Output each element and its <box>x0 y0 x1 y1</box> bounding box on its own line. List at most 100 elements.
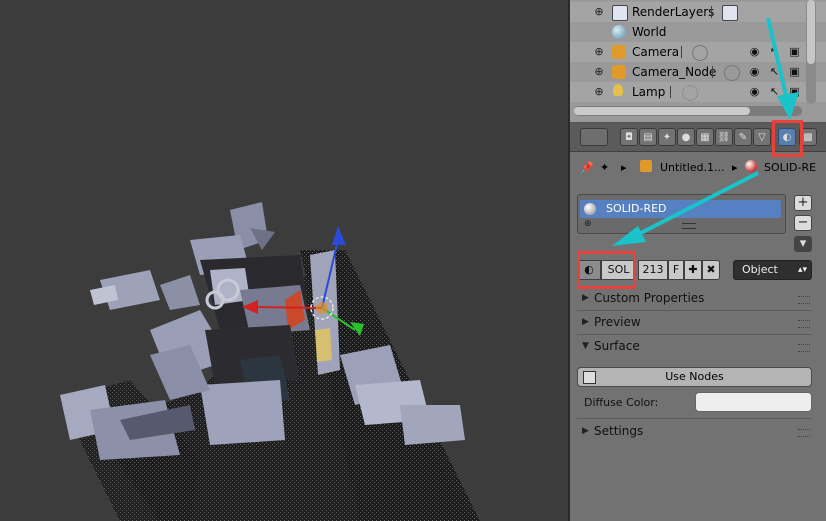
separator <box>670 86 671 98</box>
separator <box>711 6 712 18</box>
scrollbar-thumb[interactable] <box>807 0 815 64</box>
scene-icon[interactable]: ✦ <box>658 128 676 146</box>
divider <box>577 334 812 335</box>
robot-model-render <box>60 202 480 521</box>
drag-handle[interactable] <box>798 429 810 437</box>
constraints-icon[interactable]: ⛓ <box>715 128 733 146</box>
panel-title: Custom Properties <box>594 291 705 305</box>
breadcrumb: 📌 ✦ ▸ Untitled.1... ▸ SOLID-RE <box>570 155 826 181</box>
link-dropdown[interactable]: Object ▴▾ <box>733 260 812 280</box>
panel-settings[interactable]: ▶ Settings <box>577 421 812 443</box>
outliner-row-lamp[interactable]: ⊕ Lamp ◉ ↖ ▣ <box>570 82 826 102</box>
breadcrumb-material: SOLID-RE <box>764 161 817 174</box>
editor-type-menu[interactable] <box>580 128 608 146</box>
use-nodes-label: Use Nodes <box>665 370 724 383</box>
drag-handle[interactable] <box>798 344 810 352</box>
eye-icon[interactable]: ◉ <box>748 66 761 78</box>
object-icon <box>640 160 652 172</box>
material-name-field[interactable]: SOL <box>601 260 636 280</box>
nodetree-icon <box>583 371 596 384</box>
3d-viewport[interactable] <box>0 0 568 521</box>
lamp-data-icon[interactable] <box>682 85 698 101</box>
cursor-icon[interactable]: ↖ <box>768 66 781 78</box>
material-slot-list[interactable]: SOLID-RED ⊕ <box>577 194 786 234</box>
material-preview-icon <box>584 203 596 215</box>
world-icon <box>612 25 626 39</box>
camera-data-icon[interactable] <box>724 65 740 81</box>
chevron-right-icon: ▸ <box>621 161 627 174</box>
scrollbar-thumb[interactable] <box>574 107 750 115</box>
outliner-label: Camera_Node <box>632 65 717 79</box>
texture-icon[interactable]: ▩ <box>799 128 817 146</box>
panel-preview[interactable]: ▶ Preview <box>577 312 812 334</box>
pin-icon[interactable]: 📌 <box>580 161 594 174</box>
slot-specials-menu[interactable]: ▾ <box>794 236 812 252</box>
filter-options-icon[interactable]: ⊕ <box>584 219 592 229</box>
remove-slot-button[interactable]: − <box>794 215 812 231</box>
camera-object-icon <box>612 65 626 79</box>
render-camera-icon[interactable]: ▣ <box>788 86 801 98</box>
new-material-button[interactable]: ✚ <box>684 260 702 280</box>
right-panel: ⊕ RenderLayers World ⊕ Camera ◉ ↖ ▣ ⊕ Ca… <box>570 0 826 521</box>
eye-icon[interactable]: ◉ <box>748 86 761 98</box>
divider <box>577 418 812 419</box>
properties-header: ◘ ▤ ✦ ● ▦ ⛓ ✎ ▽ ◐ ▩ <box>570 123 826 152</box>
outliner-row-renderlayers[interactable]: ⊕ RenderLayers <box>570 2 826 22</box>
render-layers-icon <box>612 5 628 21</box>
outliner-horizontal-scrollbar[interactable] <box>574 106 802 116</box>
render-camera-icon[interactable]: ▣ <box>788 46 801 58</box>
outliner-vertical-scrollbar[interactable] <box>806 0 816 104</box>
unlink-material-button[interactable]: ✖ <box>702 260 720 280</box>
render-camera-icon[interactable]: ▣ <box>788 66 801 78</box>
add-slot-button[interactable]: + <box>794 195 812 211</box>
collapsed-triangle-icon: ▶ <box>582 317 589 327</box>
outliner-row-world[interactable]: World <box>570 22 826 42</box>
material-slot-item[interactable]: SOLID-RED <box>580 200 781 218</box>
outliner-row-camera-node[interactable]: ⊕ Camera_Node ◉ ↖ ▣ <box>570 62 826 82</box>
panel-title: Surface <box>594 339 640 353</box>
panel-title: Settings <box>594 424 644 438</box>
material-slot-name: SOLID-RED <box>606 202 667 215</box>
world-icon[interactable]: ● <box>677 128 695 146</box>
panel-surface[interactable]: ▼ Surface <box>577 336 812 358</box>
resize-grip[interactable] <box>682 223 696 229</box>
expand-icon[interactable]: ⊕ <box>594 66 604 77</box>
data-icon[interactable]: ▽ <box>753 128 771 146</box>
outliner-label: World <box>632 25 667 39</box>
diffuse-color-swatch[interactable] <box>695 392 812 412</box>
camera-object-icon <box>612 45 626 59</box>
expand-icon[interactable]: ⊕ <box>594 86 604 97</box>
render-layers-icon[interactable]: ▤ <box>639 128 657 146</box>
outliner[interactable]: ⊕ RenderLayers World ⊕ Camera ◉ ↖ ▣ ⊕ Ca… <box>570 0 826 123</box>
scene-icon: ✦ <box>600 161 610 174</box>
panel-custom-properties[interactable]: ▶ Custom Properties <box>577 288 812 310</box>
modifiers-icon[interactable]: ✎ <box>734 128 752 146</box>
outliner-label: Camera <box>632 45 680 59</box>
cursor-icon[interactable]: ↖ <box>768 86 781 98</box>
material-users-count[interactable]: 213 <box>638 260 668 280</box>
camera-data-icon[interactable] <box>692 45 708 61</box>
up-down-arrow-icon: ▴▾ <box>797 265 807 275</box>
cursor-icon[interactable]: ↖ <box>768 46 781 58</box>
material-icon <box>745 160 757 172</box>
outliner-label: RenderLayers <box>632 5 715 19</box>
material-icon[interactable]: ◐ <box>778 128 796 146</box>
use-nodes-button[interactable]: Use Nodes <box>577 367 812 387</box>
outliner-row-camera[interactable]: ⊕ Camera ◉ ↖ ▣ <box>570 42 826 62</box>
drag-handle[interactable] <box>798 296 810 304</box>
breadcrumb-object: Untitled.1... <box>660 161 725 174</box>
expand-icon[interactable]: ⊕ <box>594 6 604 17</box>
collapsed-triangle-icon: ▶ <box>582 426 589 436</box>
render-icon[interactable]: ◘ <box>620 128 638 146</box>
eye-icon[interactable]: ◉ <box>748 46 761 58</box>
fake-user-button[interactable]: F <box>668 260 684 280</box>
separator <box>681 46 682 58</box>
expand-icon[interactable]: ⊕ <box>594 46 604 57</box>
material-browse-button[interactable]: ◐ <box>577 260 601 280</box>
diffuse-color-label: Diffuse Color: <box>584 396 659 409</box>
lamp-object-icon <box>613 84 623 96</box>
object-icon[interactable]: ▦ <box>696 128 714 146</box>
render-layers-icon[interactable] <box>722 5 738 21</box>
drag-handle[interactable] <box>798 320 810 328</box>
expanded-triangle-icon: ▼ <box>582 341 589 351</box>
